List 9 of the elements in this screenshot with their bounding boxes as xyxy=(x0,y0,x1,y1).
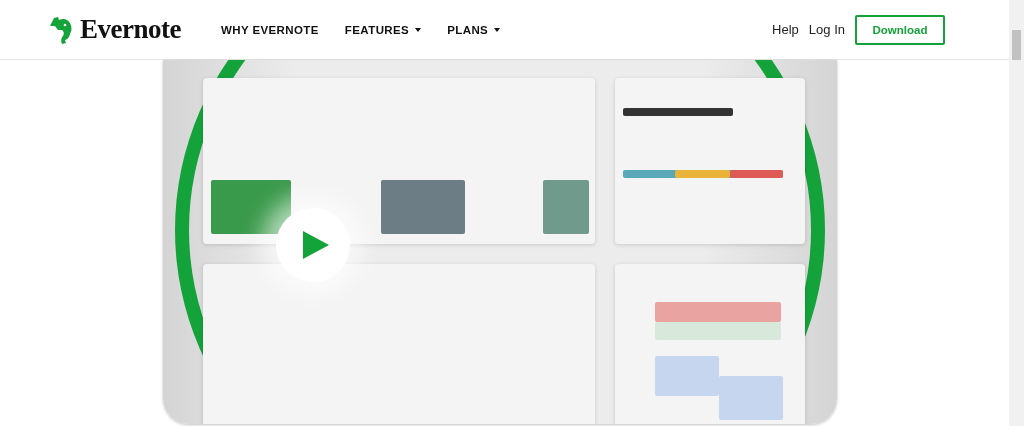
nav-link[interactable]: WHY EVERNOTE xyxy=(220,23,319,36)
nav-link[interactable]: FEATURES xyxy=(344,23,422,36)
logo-text: Evernote xyxy=(80,14,181,45)
header-link[interactable]: Help xyxy=(772,22,799,37)
nav-link[interactable]: PLANS xyxy=(447,23,501,36)
play-icon xyxy=(303,231,329,259)
header-link[interactable]: Log In xyxy=(808,22,845,37)
elephant-logo-icon xyxy=(48,14,74,45)
scrollbar-thumb[interactable] xyxy=(1012,30,1021,60)
